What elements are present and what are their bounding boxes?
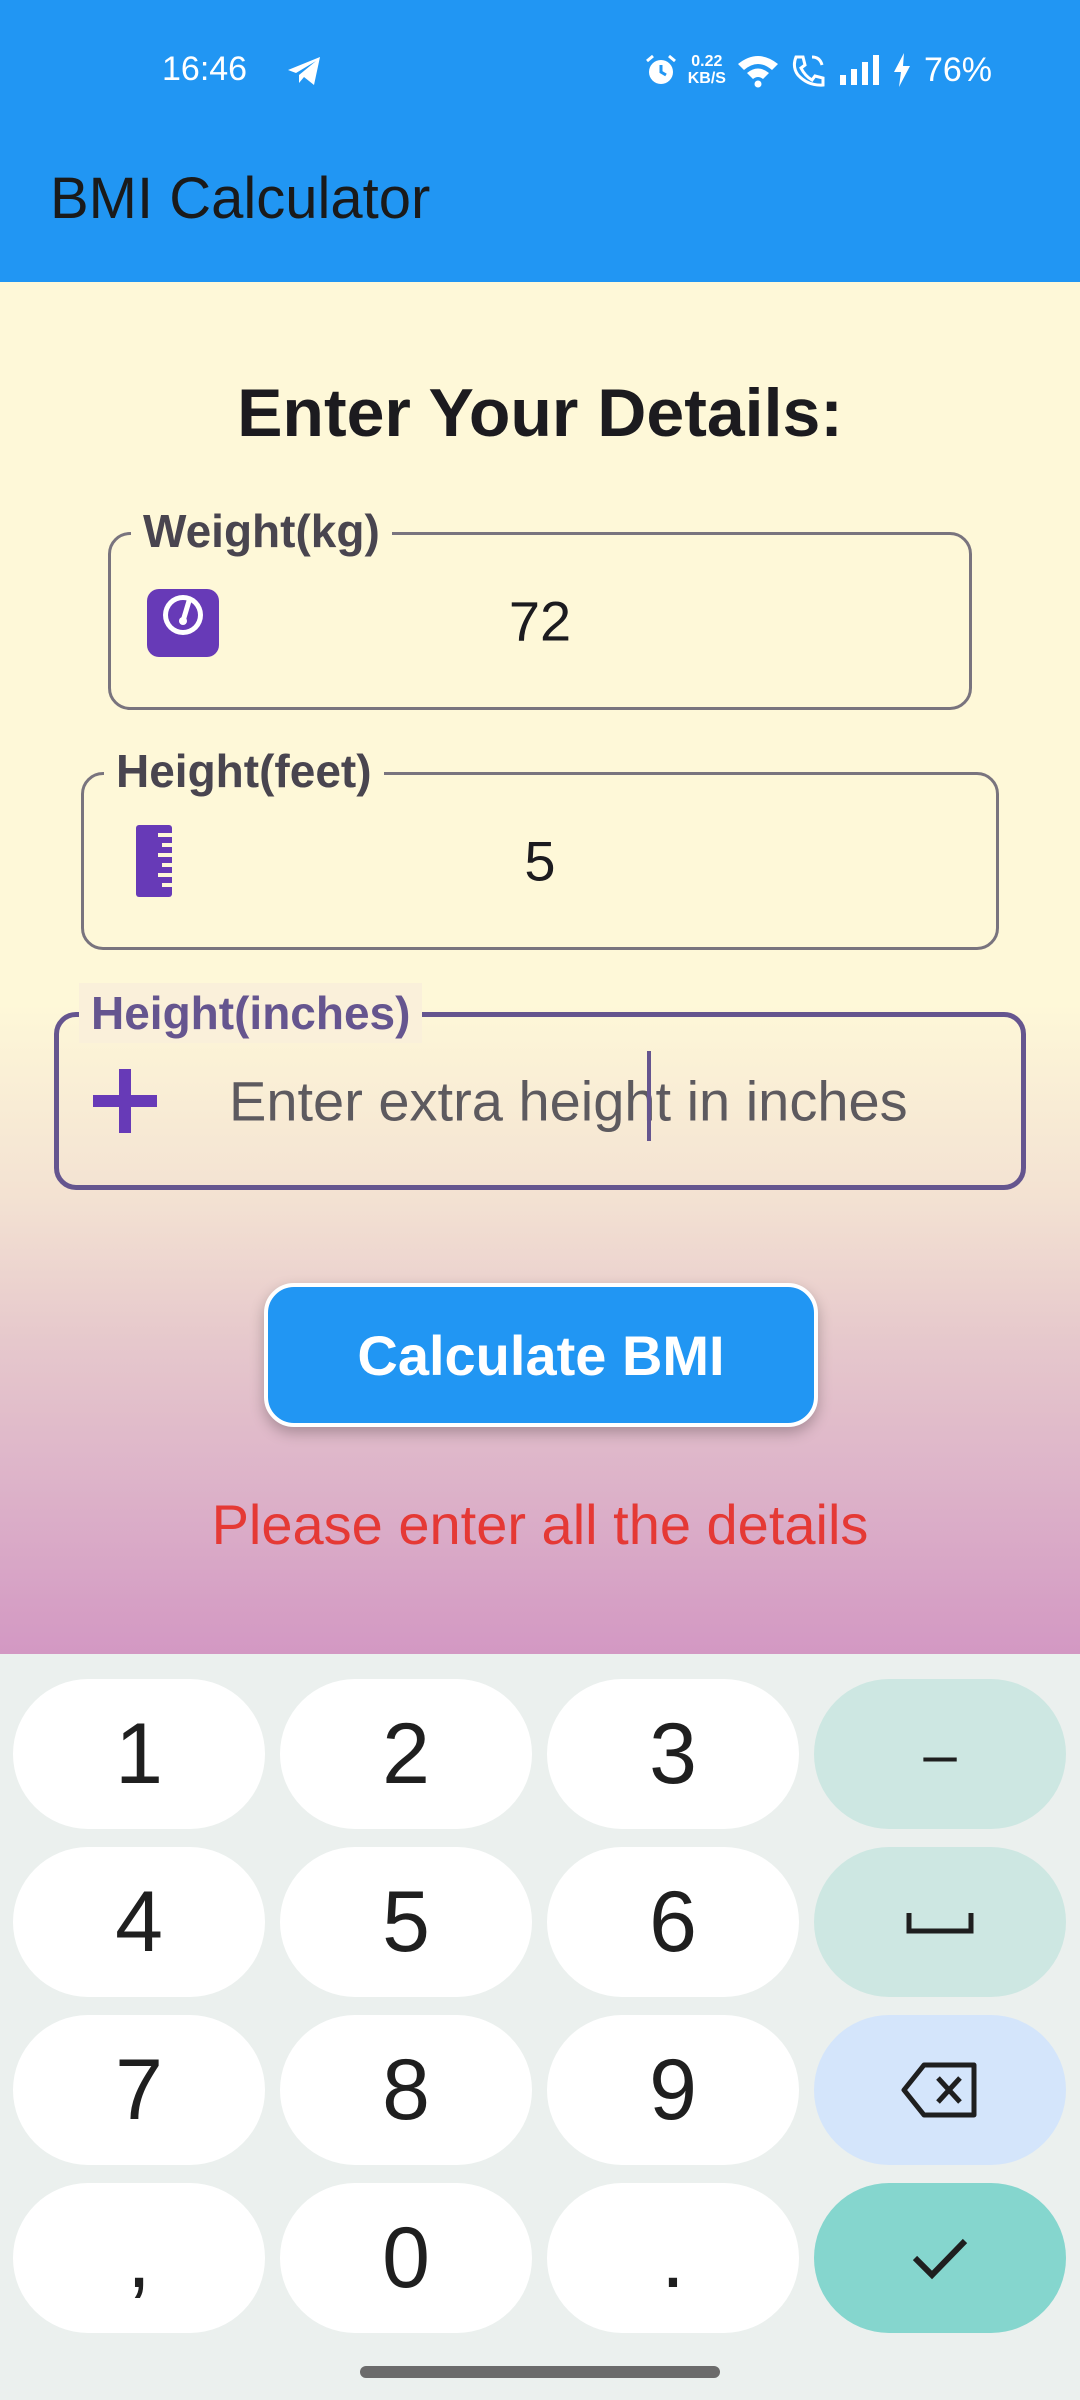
key-0[interactable]: 0 (280, 2183, 532, 2333)
app-header: 16:46 0.22 KB/S 76% BMI Calculator (0, 0, 1080, 282)
key-6[interactable]: 6 (547, 1847, 799, 1997)
height-feet-field[interactable]: Height(feet) 5 (81, 741, 999, 950)
home-indicator[interactable] (360, 2366, 720, 2378)
height-inches-label: Height(inches) (79, 983, 423, 1043)
key-period[interactable]: . (547, 2183, 799, 2333)
height-inches-input[interactable]: Enter extra height in inches (229, 1069, 991, 1134)
charging-icon (893, 53, 910, 87)
error-message: Please enter all the details (211, 1493, 869, 1556)
alarm-icon (645, 54, 676, 84)
height-feet-label: Height(feet) (104, 741, 384, 801)
key-2[interactable]: 2 (280, 1679, 532, 1829)
key-7[interactable]: 7 (13, 2015, 265, 2165)
text-cursor (647, 1051, 651, 1141)
numeric-keyboard: 1 2 3 – 4 5 6 7 8 9 , 0 . (0, 1654, 1080, 2400)
height-inches-field[interactable]: Height(inches) Enter extra height in inc… (54, 983, 1026, 1190)
net-speed: 0.22 KB/S (688, 53, 726, 87)
page-heading: Enter Your Details: (237, 375, 843, 451)
calculate-bmi-button[interactable]: Calculate BMI (264, 1283, 818, 1427)
key-space[interactable] (814, 1847, 1066, 1997)
signal-icon (839, 55, 879, 85)
status-icons: 0.22 KB/S 76% (644, 46, 992, 94)
check-icon (912, 2238, 968, 2280)
key-1[interactable]: 1 (13, 1679, 265, 1829)
key-comma[interactable]: , (13, 2183, 265, 2333)
key-3[interactable]: 3 (547, 1679, 799, 1829)
key-4[interactable]: 4 (13, 1847, 265, 1997)
telegram-icon (288, 57, 320, 85)
key-backspace[interactable] (814, 2015, 1066, 2165)
key-8[interactable]: 8 (280, 2015, 532, 2165)
backspace-icon (901, 2062, 977, 2118)
height-feet-value[interactable]: 5 (84, 829, 996, 894)
main-content: Enter Your Details: Weight(kg) 72 Height… (0, 282, 1080, 1654)
net-speed-unit: KB/S (687, 70, 726, 87)
weight-value[interactable]: 72 (111, 589, 969, 654)
battery-percent: 76% (923, 50, 992, 89)
app-title: BMI Calculator (50, 166, 431, 231)
key-5[interactable]: 5 (280, 1847, 532, 1997)
plus-icon (93, 1069, 157, 1133)
key-minus[interactable]: – (814, 1679, 1066, 1829)
wifi-call-icon (792, 55, 825, 87)
key-done[interactable] (814, 2183, 1066, 2333)
net-speed-value: 0.22 (691, 53, 723, 70)
weight-label: Weight(kg) (131, 501, 392, 561)
wifi-icon (737, 56, 778, 88)
key-9[interactable]: 9 (547, 2015, 799, 2165)
weight-field[interactable]: Weight(kg) 72 (108, 501, 972, 710)
status-time: 16:46 (162, 50, 248, 88)
space-icon (906, 1913, 974, 1934)
